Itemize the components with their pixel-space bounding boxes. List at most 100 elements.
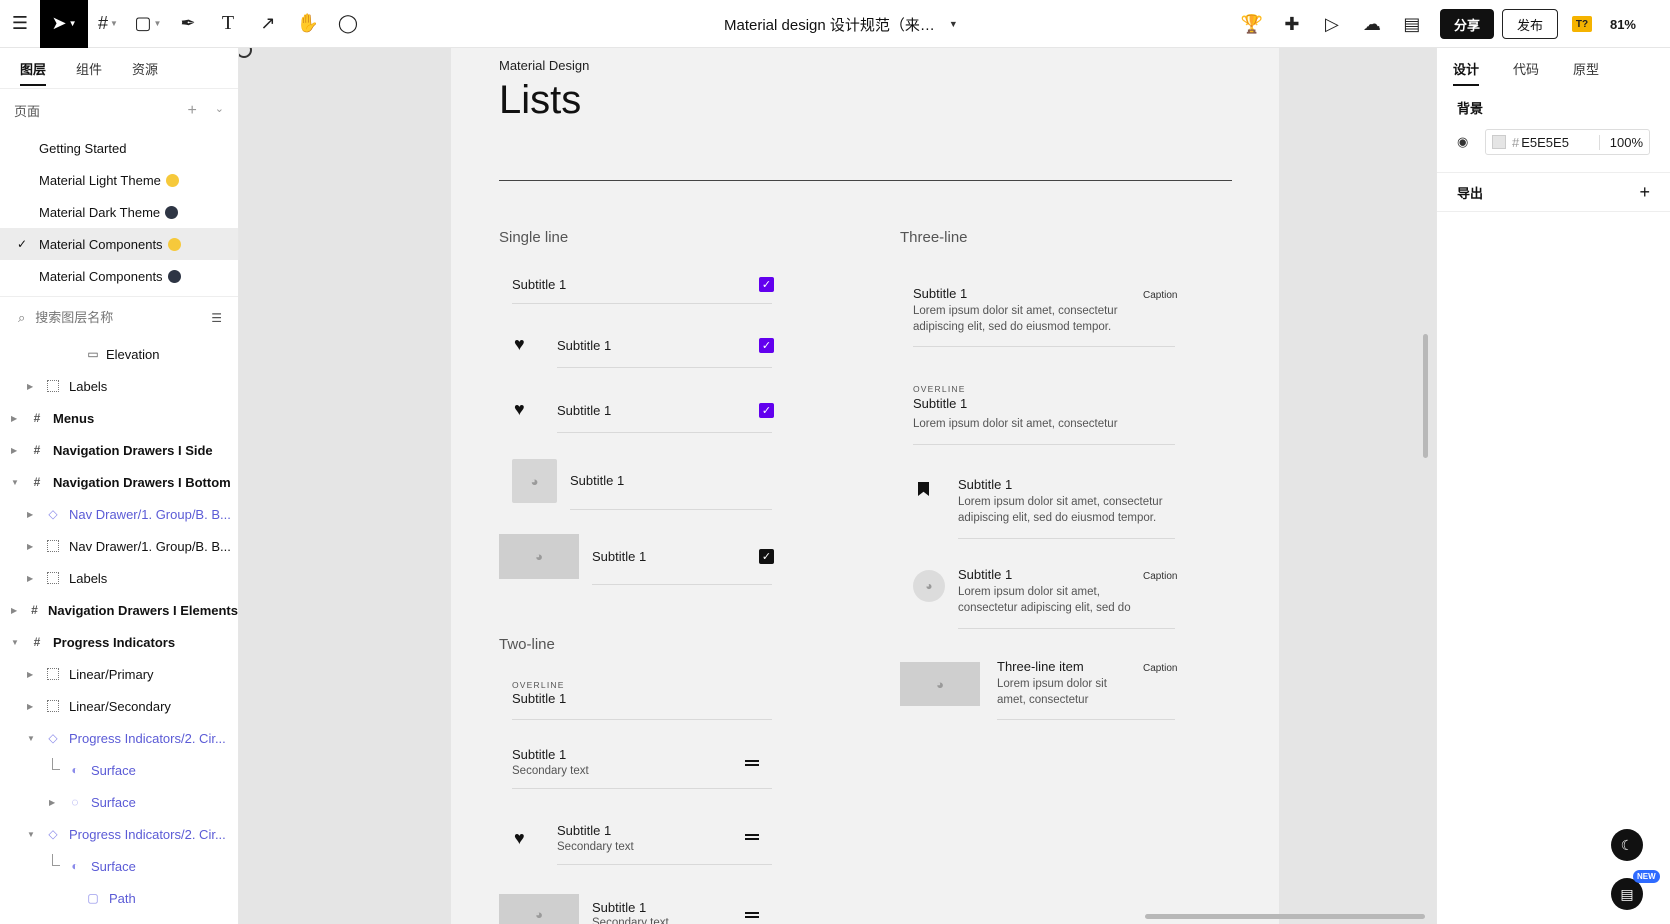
caret-right-icon[interactable]: ▶ [27,382,33,391]
drag-handle-icon[interactable] [745,834,759,840]
caret-down-icon[interactable]: ▼ [11,478,19,487]
checkbox-checked[interactable]: ✓ [759,549,774,564]
caret-right-icon[interactable]: ▶ [49,798,55,807]
drag-handle-icon[interactable] [745,760,759,766]
page-item[interactable]: ✓ Material Components [0,228,238,260]
layer-name: Nav Drawer/1. Group/B. B... [69,506,231,522]
shape-tool-button[interactable]: ▢ ▼ [128,0,168,48]
layer-item[interactable]: ▶ # Navigation Drawers I Side [0,434,238,466]
layer-item[interactable]: ▶ # Menus [0,402,238,434]
share-button[interactable]: 分享 [1439,9,1494,39]
caret-right-icon[interactable]: ▶ [27,542,33,551]
caption: Caption [1143,663,1178,674]
component-icon: ◇ [48,731,58,745]
comment-tool-button[interactable]: ◯ [328,0,368,48]
frame-icon: # [33,635,41,649]
caret-right-icon[interactable]: ▶ [27,670,33,679]
vertical-scrollbar[interactable] [1423,334,1428,458]
menu-icon[interactable]: ☰ [0,0,40,48]
publish-button[interactable]: 发布 [1501,9,1558,39]
layer-item[interactable]: ▢ Path [0,882,238,914]
frame-marker-icon [239,48,252,58]
layer-search-input[interactable] [35,310,212,325]
checkbox-checked[interactable]: ✓ [759,277,774,292]
horizontal-scrollbar[interactable] [1145,914,1425,919]
path-tool-button[interactable]: ↗ [248,0,288,48]
move-tool-button[interactable]: ➤ ▼ [40,0,88,48]
caret-down-icon[interactable]: ▼ [27,734,35,743]
caret-right-icon[interactable]: ▶ [27,510,33,519]
layer-item[interactable]: ▶ # Navigation Drawers I Elements [0,594,238,626]
artboard-subtitle: Material Design [499,58,590,73]
layer-item[interactable]: ▼ # Progress Indicators [0,626,238,658]
caret-right-icon[interactable]: ▶ [11,446,17,455]
layer-item[interactable]: ▼ # Navigation Drawers I Bottom [0,466,238,498]
sun-icon [167,237,181,251]
layer-item[interactable]: ◐ Surface [0,850,238,882]
dark-mode-toggle[interactable]: ☾ [1611,829,1643,861]
eye-icon[interactable]: ◉ [1457,134,1485,150]
tab-prototype[interactable]: 原型 [1573,48,1599,88]
hand-tool-button[interactable]: ✋ [288,0,328,48]
grid-icon [46,539,60,553]
layer-item[interactable]: ▼ ◇ Progress Indicators/2. Cir... [0,818,238,850]
play-icon[interactable]: ▷ [1312,0,1352,48]
tab-layers[interactable]: 图层 [20,48,47,88]
layout-icon[interactable]: ▤ [1392,0,1432,48]
tab-code[interactable]: 代码 [1513,48,1539,88]
font-missing-badge[interactable]: T? [1571,16,1592,32]
plugin-icon[interactable]: ✚ [1272,0,1312,48]
trophy-icon[interactable]: 🏆 [1232,0,1272,48]
pen-tool-button[interactable]: ✒ [168,0,208,48]
caret-down-icon[interactable]: ▼ [27,830,35,839]
page-item[interactable]: Getting Started [0,132,238,164]
canvas[interactable]: Material Design Lists Single line Subtit… [239,48,1436,924]
color-hex-value[interactable]: E5E5E5 [1521,135,1569,150]
caret-right-icon[interactable]: ▶ [27,702,33,711]
list-item-title: Subtitle 1 [557,823,612,838]
page-item[interactable]: Material Dark Theme [0,196,238,228]
color-swatch[interactable] [1492,135,1506,149]
divider [557,432,772,433]
layer-item[interactable]: ▶ Labels [0,370,238,402]
frame-tool-button[interactable]: # ▼ [88,0,128,48]
filter-icon[interactable]: ☰ [211,311,222,325]
divider [512,303,772,304]
layer-item[interactable]: ▼ ◇ Progress Indicators/2. Cir... [0,722,238,754]
tab-design[interactable]: 设计 [1453,48,1480,88]
cloud-upload-icon[interactable]: ☁ [1352,0,1392,48]
pages-label: 页面 [14,104,41,119]
collapse-pages-icon[interactable]: ⌄ [215,102,224,120]
checkbox-checked[interactable]: ✓ [759,403,774,418]
caret-right-icon[interactable]: ▶ [11,606,17,615]
add-export-icon[interactable]: + [1639,182,1650,203]
add-page-icon[interactable]: + [187,102,196,120]
page-item[interactable]: Material Light Theme [0,164,238,196]
zoom-level[interactable]: 81% [1610,17,1636,32]
caret-right-icon[interactable]: ▶ [11,414,17,423]
drag-handle-icon[interactable] [745,912,759,918]
text-tool-button[interactable]: T [208,0,248,48]
opacity-value[interactable]: 100% [1598,134,1643,150]
layer-item[interactable]: ▶ Labels [0,562,238,594]
moon-icon [167,269,181,283]
cursor-icon: ➤ [51,13,67,33]
layer-item[interactable]: ▶ Linear/Primary [0,658,238,690]
frame-icon: # [31,603,38,617]
layer-item[interactable]: ▶ Nav Drawer/1. Group/B. B... [0,530,238,562]
checkbox-checked[interactable]: ✓ [759,338,774,353]
caret-right-icon[interactable]: ▶ [27,574,33,583]
layer-item[interactable]: ◐ Surface [0,754,238,786]
caret-down-icon[interactable]: ▼ [11,638,19,647]
layer-item[interactable]: ▶ ◇ Nav Drawer/1. Group/B. B... [0,498,238,530]
lists-artboard[interactable]: Material Design Lists Single line Subtit… [451,48,1279,924]
page-item[interactable]: Material Components [0,260,238,292]
tab-assets[interactable]: 资源 [132,48,158,88]
layer-item[interactable]: ▭ Elevation [0,338,238,370]
file-title[interactable]: Material design 设计规范（来… ▼ [724,0,958,48]
two-line-heading: Two-line [499,636,555,653]
layer-item[interactable]: ▶ Linear/Secondary [0,690,238,722]
background-color-field[interactable]: # E5E5E5 100% [1485,129,1650,155]
layer-item[interactable]: ▶ ◌ Surface [0,786,238,818]
tab-components[interactable]: 组件 [76,48,102,88]
